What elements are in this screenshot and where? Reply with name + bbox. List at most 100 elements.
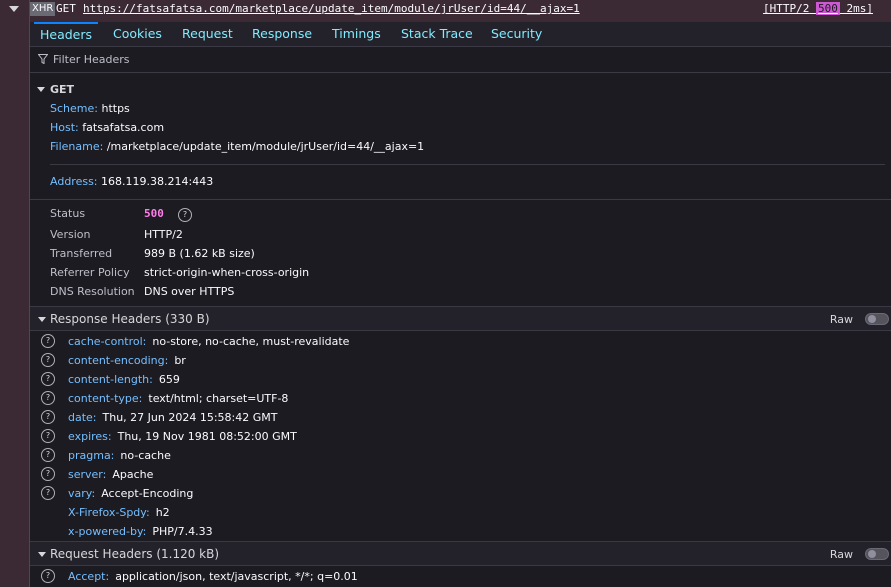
header-value: no-store, no-cache, must-revalidate: [152, 335, 350, 348]
tab-cookies[interactable]: Cookies: [107, 22, 168, 46]
request-headers-title: Request Headers (1.120 kB): [50, 547, 220, 561]
header-name-text: expires:: [68, 430, 112, 443]
header-value: 659: [158, 373, 180, 386]
toggle-knob: [868, 315, 876, 323]
collapse-arrow-icon[interactable]: [9, 6, 19, 12]
request-headers-twisty-icon[interactable]: [38, 552, 46, 557]
help-icon[interactable]: ?: [41, 334, 55, 348]
status-code-badge: 500: [815, 2, 840, 15]
tab-request[interactable]: Request: [176, 22, 239, 46]
version-label: Version: [50, 228, 91, 241]
header-name-text: Accept:: [68, 570, 110, 583]
header-name-text: vary:: [68, 487, 96, 500]
header-value: br: [174, 354, 186, 367]
request-url[interactable]: https://fatsafatsa.com/marketplace/updat…: [83, 2, 580, 16]
header-value: Thu, 27 Jun 2024 15:58:42 GMT: [102, 411, 278, 424]
help-icon[interactable]: ?: [41, 353, 55, 367]
header-row[interactable]: ? cache-control: no-store, no-cache, must-…: [30, 332, 891, 351]
tab-timings[interactable]: Timings: [326, 22, 387, 46]
header-value: application/json, text/javascript, */*; …: [115, 570, 358, 583]
scheme-row: Scheme: https: [50, 102, 130, 115]
header-row[interactable]: ? vary: Accept-Encoding: [30, 484, 891, 503]
header-name-text: content-length:: [68, 373, 153, 386]
details-tabs: Headers Cookies Request Response Timings…: [30, 22, 891, 47]
filter-placeholder: Filter Headers: [53, 53, 130, 66]
header-row[interactable]: ? pragma: no-cache: [30, 446, 891, 465]
divider: [30, 199, 891, 200]
version-value: HTTP/2: [144, 228, 183, 241]
transferred-value: 989 B (1.62 kB size): [144, 247, 255, 260]
xhr-badge: XHR: [30, 2, 56, 16]
help-icon[interactable]: ?: [41, 467, 55, 481]
status-label: Status: [50, 207, 86, 220]
help-icon[interactable]: ?: [41, 486, 55, 500]
host-label: Host:: [50, 121, 79, 134]
header-row[interactable]: ? date: Thu, 27 Jun 2024 15:58:42 GMT: [30, 408, 891, 427]
header-name: server: Apache: [68, 468, 153, 481]
get-section-title[interactable]: GET: [50, 83, 74, 96]
header-name-text: date:: [68, 411, 97, 424]
header-row[interactable]: ? content-type: text/html; charset=UTF-8: [30, 389, 891, 408]
help-icon[interactable]: ?: [41, 429, 55, 443]
tab-headers[interactable]: Headers: [34, 22, 99, 46]
filter-icon: [38, 54, 48, 64]
get-section-twisty-icon[interactable]: [37, 87, 45, 92]
help-icon[interactable]: ?: [41, 448, 55, 462]
header-value: text/html; charset=UTF-8: [148, 392, 289, 405]
header-name: content-encoding: br: [68, 354, 186, 367]
header-value: no-cache: [120, 449, 171, 462]
raw-label: Raw: [829, 548, 853, 561]
header-name: pragma: no-cache: [68, 449, 171, 462]
tab-response[interactable]: Response: [246, 22, 318, 46]
header-name: vary: Accept-Encoding: [68, 487, 193, 500]
scheme-value: https: [101, 102, 130, 115]
divider: [50, 164, 885, 165]
header-row[interactable]: ? expires: Thu, 19 Nov 1981 08:52:00 GMT: [30, 427, 891, 446]
response-headers-title: Response Headers (330 B): [50, 312, 210, 326]
help-icon[interactable]: ?: [41, 410, 55, 424]
dns-resolution-label: DNS Resolution: [50, 285, 135, 298]
raw-toggle[interactable]: [865, 548, 889, 560]
raw-label: Raw: [829, 313, 853, 326]
host-value: fatsafatsa.com: [82, 121, 165, 134]
request-summary-line[interactable]: XHR GET https://fatsafatsa.com/marketpla…: [30, 0, 891, 22]
request-list-strip: [0, 0, 30, 587]
status-code: 500: [144, 207, 164, 220]
header-name: date: Thu, 27 Jun 2024 15:58:42 GMT: [68, 411, 277, 424]
header-row[interactable]: x-powered-by: PHP/7.4.33: [30, 522, 891, 541]
help-icon[interactable]: ?: [41, 391, 55, 405]
header-value: PHP/7.4.33: [152, 525, 213, 538]
response-headers-twisty-icon[interactable]: [38, 317, 46, 322]
duration-text: 2ms]: [846, 2, 873, 15]
header-value: Thu, 19 Nov 1981 08:52:00 GMT: [117, 430, 297, 443]
request-headers-bar[interactable]: Request Headers (1.120 kB) Raw: [30, 541, 891, 566]
help-icon[interactable]: ?: [41, 569, 55, 583]
header-name-text: cache-control:: [68, 335, 147, 348]
header-name: X-Firefox-Spdy: h2: [68, 506, 170, 519]
protocol-text: [HTTP/2: [763, 2, 810, 15]
header-name-text: server:: [68, 468, 107, 481]
tab-stack-trace[interactable]: Stack Trace: [395, 22, 479, 46]
filename-row: Filename: /marketplace/update_item/modul…: [50, 140, 424, 153]
header-row[interactable]: ? Accept: application/json, text/javascrip…: [30, 567, 891, 586]
scheme-label: Scheme:: [50, 102, 98, 115]
header-value: h2: [155, 506, 170, 519]
header-row[interactable]: ? content-encoding: br: [30, 351, 891, 370]
host-row: Host: fatsafatsa.com: [50, 121, 164, 134]
referrer-policy-label: Referrer Policy: [50, 266, 130, 279]
request-method: GET: [56, 2, 76, 15]
header-row[interactable]: ? server: Apache: [30, 465, 891, 484]
tab-security[interactable]: Security: [485, 22, 548, 46]
response-headers-bar[interactable]: Response Headers (330 B) Raw: [30, 306, 891, 331]
header-name-text: pragma:: [68, 449, 115, 462]
header-name-text: x-powered-by:: [68, 525, 147, 538]
raw-toggle[interactable]: [865, 313, 889, 325]
header-row[interactable]: X-Firefox-Spdy: h2: [30, 503, 891, 522]
header-row[interactable]: ? content-length: 659: [30, 370, 891, 389]
toggle-knob: [868, 550, 876, 558]
address-label: Address:: [50, 175, 98, 188]
help-icon[interactable]: ?: [41, 372, 55, 386]
status-help-icon[interactable]: ?: [178, 208, 192, 222]
filter-headers-input[interactable]: Filter Headers: [30, 47, 891, 73]
referrer-policy-value: strict-origin-when-cross-origin: [144, 266, 310, 279]
